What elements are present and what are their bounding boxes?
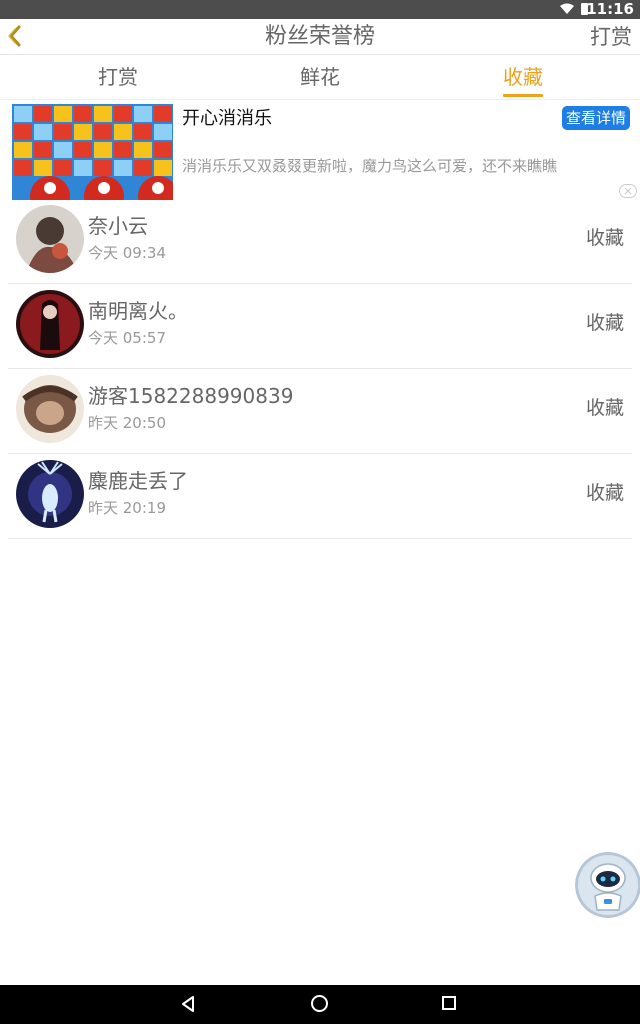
ad-banner[interactable]: 开心消消乐 消消乐乐又双叒叕更新啦，魔力鸟这么可爱，还不来瞧瞧 查看详情 — [0, 101, 640, 200]
avatar — [16, 460, 84, 528]
view-details-button[interactable]: 查看详情 — [562, 106, 630, 130]
page-title: 粉丝荣誉榜 — [264, 24, 375, 49]
avatar — [16, 375, 84, 443]
fan-time: 昨天 20:19 — [88, 499, 166, 517]
fan-time: 昨天 20:50 — [88, 414, 166, 432]
fan-name: 麋鹿走丢了 — [88, 469, 188, 493]
ad-thumbnail — [12, 104, 173, 200]
divider — [8, 538, 632, 539]
ad-close-icon[interactable] — [619, 184, 637, 198]
gift-type: 收藏 — [585, 227, 624, 249]
tab-bar: 打赏 鲜花 收藏 — [0, 56, 640, 100]
home-circle-icon[interactable] — [311, 995, 328, 1012]
ad-title: 开心消消乐 — [182, 108, 272, 129]
recents-square-icon[interactable] — [442, 996, 456, 1010]
avatar — [16, 290, 84, 358]
list-item[interactable]: 游客1582288990839 昨天 20:50 收藏 — [0, 369, 640, 454]
active-tab-indicator — [503, 94, 543, 97]
gift-type: 收藏 — [585, 482, 624, 504]
navigation-bar — [0, 985, 640, 1024]
fan-name: 奈小云 — [88, 214, 148, 238]
fan-name: 游客1582288990839 — [88, 384, 294, 408]
list-item[interactable]: 奈小云 今天 09:34 收藏 — [0, 199, 640, 284]
avatar — [16, 205, 84, 273]
list-item[interactable]: 南明离火。 今天 05:57 收藏 — [0, 284, 640, 369]
status-time: 11:16 — [586, 0, 634, 18]
ad-description: 消消乐乐又双叒叕更新啦，魔力鸟这么可爱，还不来瞧瞧 — [182, 157, 558, 175]
gift-type: 收藏 — [585, 397, 624, 419]
gift-type: 收藏 — [585, 312, 624, 334]
fan-time: 今天 05:57 — [88, 329, 166, 347]
tab-reward[interactable]: 打赏 — [73, 64, 163, 90]
robot-assistant-icon[interactable] — [575, 852, 640, 918]
status-bar: 11:16 — [0, 0, 640, 19]
wifi-icon — [560, 3, 574, 14]
fan-name: 南明离火。 — [88, 299, 188, 323]
reward-button[interactable]: 打赏 — [590, 23, 632, 51]
tab-flowers[interactable]: 鲜花 — [275, 64, 365, 90]
fan-list: 奈小云 今天 09:34 收藏 南明离火。 今天 05:57 收藏 游客1582… — [0, 199, 640, 539]
fan-time: 今天 09:34 — [88, 244, 166, 262]
app-bar: 粉丝荣誉榜 打赏 — [0, 19, 640, 55]
list-item[interactable]: 麋鹿走丢了 昨天 20:19 收藏 — [0, 454, 640, 539]
tab-favorites[interactable]: 收藏 — [478, 64, 568, 90]
back-triangle-icon[interactable] — [180, 995, 196, 1013]
